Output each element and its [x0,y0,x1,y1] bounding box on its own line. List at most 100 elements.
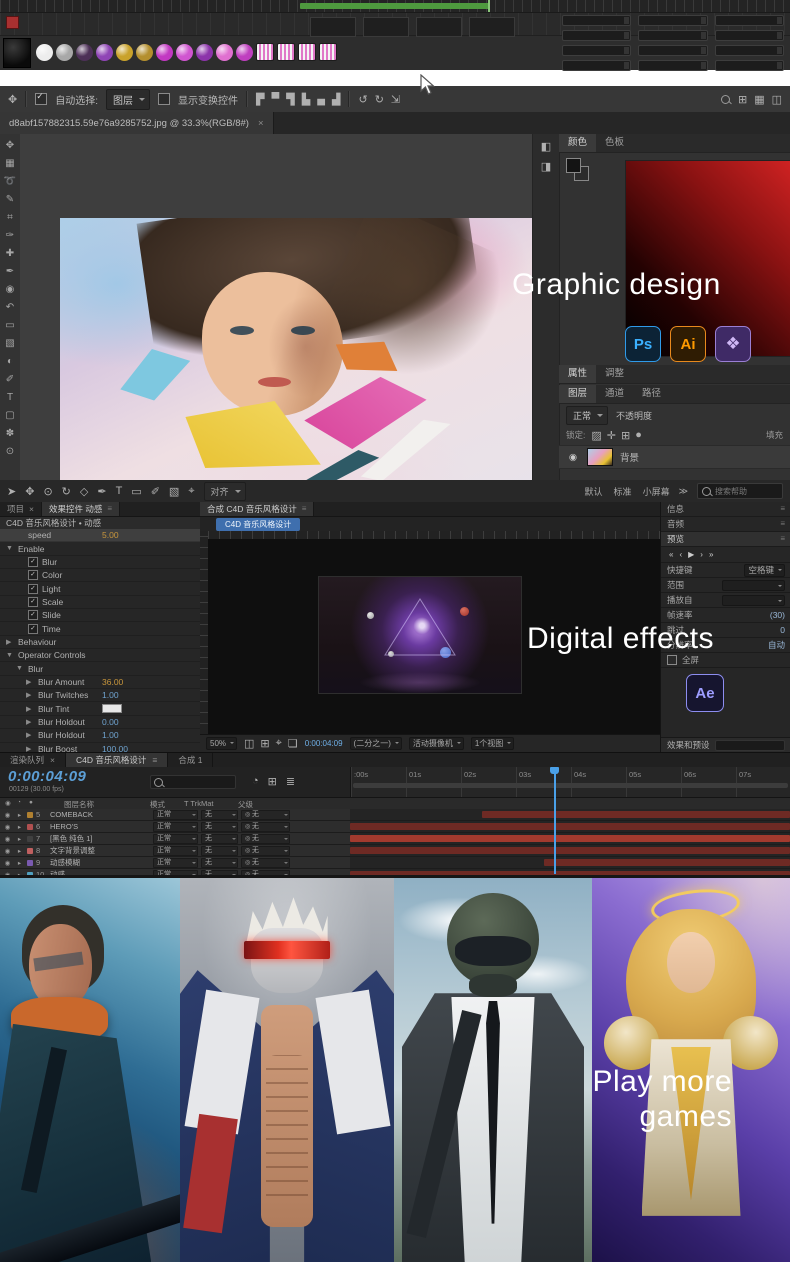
effect-value[interactable]: 1.00 [102,690,119,700]
layer-thumbnail[interactable] [587,448,613,466]
timeline-icon[interactable]: ⊞ [268,775,277,788]
tab-project[interactable]: 项目 × [0,502,42,516]
blur-tool[interactable]: ◐ [2,354,18,369]
transport-button[interactable]: ‹ [679,550,682,559]
c4d-material-sphere[interactable] [56,43,73,61]
ae-tool-icon[interactable]: ⊙ [43,485,52,498]
move-tool[interactable]: ✥ [2,138,18,153]
options-icon[interactable]: ▦ [754,93,764,106]
tab-swatches[interactable]: 色板 [596,134,633,152]
checkbox[interactable]: ✓ [28,556,38,567]
quick-select-tool[interactable]: ✎ [2,192,18,207]
marquee-tool[interactable]: ▦ [2,156,18,171]
layer-color-chip[interactable] [27,811,33,818]
color-swatch[interactable] [102,704,122,714]
twirl-icon[interactable]: ▸ [15,847,24,855]
viewport-icon[interactable]: ⊞ [260,737,269,750]
illustrator-app-icon[interactable]: Ai [670,326,706,362]
healing-brush-tool[interactable]: ✚ [2,246,18,261]
range-dropdown[interactable] [722,579,785,591]
effect-row[interactable]: ✓ Color [0,569,200,583]
work-area-bar[interactable] [353,783,788,788]
layer-row[interactable]: ◉ 背景 [559,445,790,469]
c4d-node-panel[interactable] [469,17,515,37]
threed-icon[interactable]: ↻ [375,93,384,106]
c4d-material-sphere[interactable] [236,43,253,61]
setting-value[interactable]: (30) [770,608,785,622]
c4d-material-sphere[interactable] [36,43,53,61]
parent-select[interactable]: 无 [241,809,290,820]
c4d-coordinate-field[interactable] [638,30,708,41]
c4d-coordinate-field[interactable] [638,60,708,71]
workspace-item[interactable]: 小屏幕 [643,485,670,498]
c4d-coordinate-field[interactable] [714,15,784,26]
twirl-icon[interactable]: ▶ [26,691,34,699]
timeline-search-input[interactable] [150,775,236,789]
c4d-material-swatch[interactable] [256,43,274,61]
layer-color-chip[interactable] [27,823,33,830]
lock-icon[interactable]: ▨ [591,429,601,442]
layer-duration-bar[interactable] [350,823,790,830]
effect-row[interactable]: ▶ Blur Amount 36.00 [0,676,200,690]
photoshop-canvas[interactable] [20,134,532,518]
twirl-icon[interactable]: ▸ [15,811,24,819]
effect-row[interactable]: ▶ Blur Tint [0,702,200,716]
ae-tool-icon[interactable]: ▭ [131,485,141,498]
tab-color[interactable]: 颜色 [559,134,597,152]
timeline-layer-row[interactable]: ◉▸6HERO'S正常无无 [0,821,350,833]
layer-duration-bar[interactable] [482,811,790,818]
effect-row[interactable]: ▼ Blur [0,662,200,676]
timeline-layer-row[interactable]: ◉▸9动感模糊正常无无 [0,857,350,869]
auto-select-checkbox[interactable] [35,91,48,105]
effects-search-input[interactable] [714,739,785,751]
trkmat-select[interactable]: 无 [201,845,238,856]
blend-mode-select[interactable]: 正常 [153,809,198,820]
c4d-coordinate-field[interactable] [714,60,784,71]
layer-duration-bar[interactable] [543,859,790,866]
timeline-layer-row[interactable]: ◉▸7[黑色 纯色 1]正常无无 [0,833,350,845]
effect-row[interactable]: ✓ Light [0,582,200,596]
effect-row[interactable]: ✓ Slide [0,609,200,623]
pen-tool[interactable]: ✐ [2,372,18,387]
align-icon[interactable]: ▀ [271,93,279,106]
c4d-material-sphere[interactable] [156,43,173,61]
ae-tool-icon[interactable]: ⌖ [188,485,194,498]
shape-tool[interactable]: ▢ [2,408,18,423]
lasso-tool[interactable]: ➰ [2,174,18,189]
workspace-overflow-icon[interactable]: ≫ [679,486,688,497]
c4d-node-panel[interactable] [363,17,409,37]
blend-mode-select[interactable]: 正常 [153,833,198,844]
effect-row[interactable]: ✓ Scale [0,596,200,610]
timeline-layer-row[interactable]: ◉▸8文字背景调整正常无无 [0,845,350,857]
transport-button[interactable]: « [669,550,673,559]
brush-tool[interactable]: ✒ [2,264,18,279]
workspace-item[interactable]: 标准 [614,485,632,498]
c4d-material-swatch[interactable] [277,43,295,61]
text-tool[interactable]: T [2,390,18,405]
setting-value[interactable]: 自动 [768,638,785,652]
hand-tool[interactable]: ✽ [2,426,18,441]
c4d-coordinate-field[interactable] [562,15,632,26]
checkbox[interactable]: ✓ [28,570,38,581]
move-tool-icon[interactable]: ✥ [8,93,17,106]
effect-row[interactable]: ▶ Blur Holdout 1.00 [0,729,200,743]
effect-row[interactable]: ▶ Blur Holdout 0.00 [0,716,200,730]
info-panel-tab[interactable]: 信息 ≡ [661,502,790,517]
document-tab[interactable]: d8abf157882315.59e76a9285752.jpg @ 33.3%… [0,112,274,134]
twirl-icon[interactable]: ▶ [26,731,34,739]
effect-row[interactable]: speed 5.00 [0,529,200,543]
c4d-material-sphere[interactable] [116,43,133,61]
c4d-material-sphere[interactable] [216,43,233,61]
threed-icon[interactable]: ↺ [358,93,367,106]
tab-layers[interactable]: 图层 [559,385,597,403]
camera-dropdown[interactable]: 活动摄像机 [408,737,464,750]
trkmat-select[interactable]: 无 [201,809,238,820]
tab-effect-controls[interactable]: 效果控件 动感 ≡ [41,502,121,516]
close-icon[interactable]: × [29,502,34,516]
twirl-icon[interactable]: ▼ [6,652,14,659]
c4d-material-sphere[interactable] [136,43,153,61]
timeline-header-icon[interactable]: ◉ [5,799,11,807]
search-icon[interactable] [720,94,730,104]
twirl-icon[interactable]: ▸ [15,823,24,831]
close-icon[interactable]: × [50,753,55,768]
